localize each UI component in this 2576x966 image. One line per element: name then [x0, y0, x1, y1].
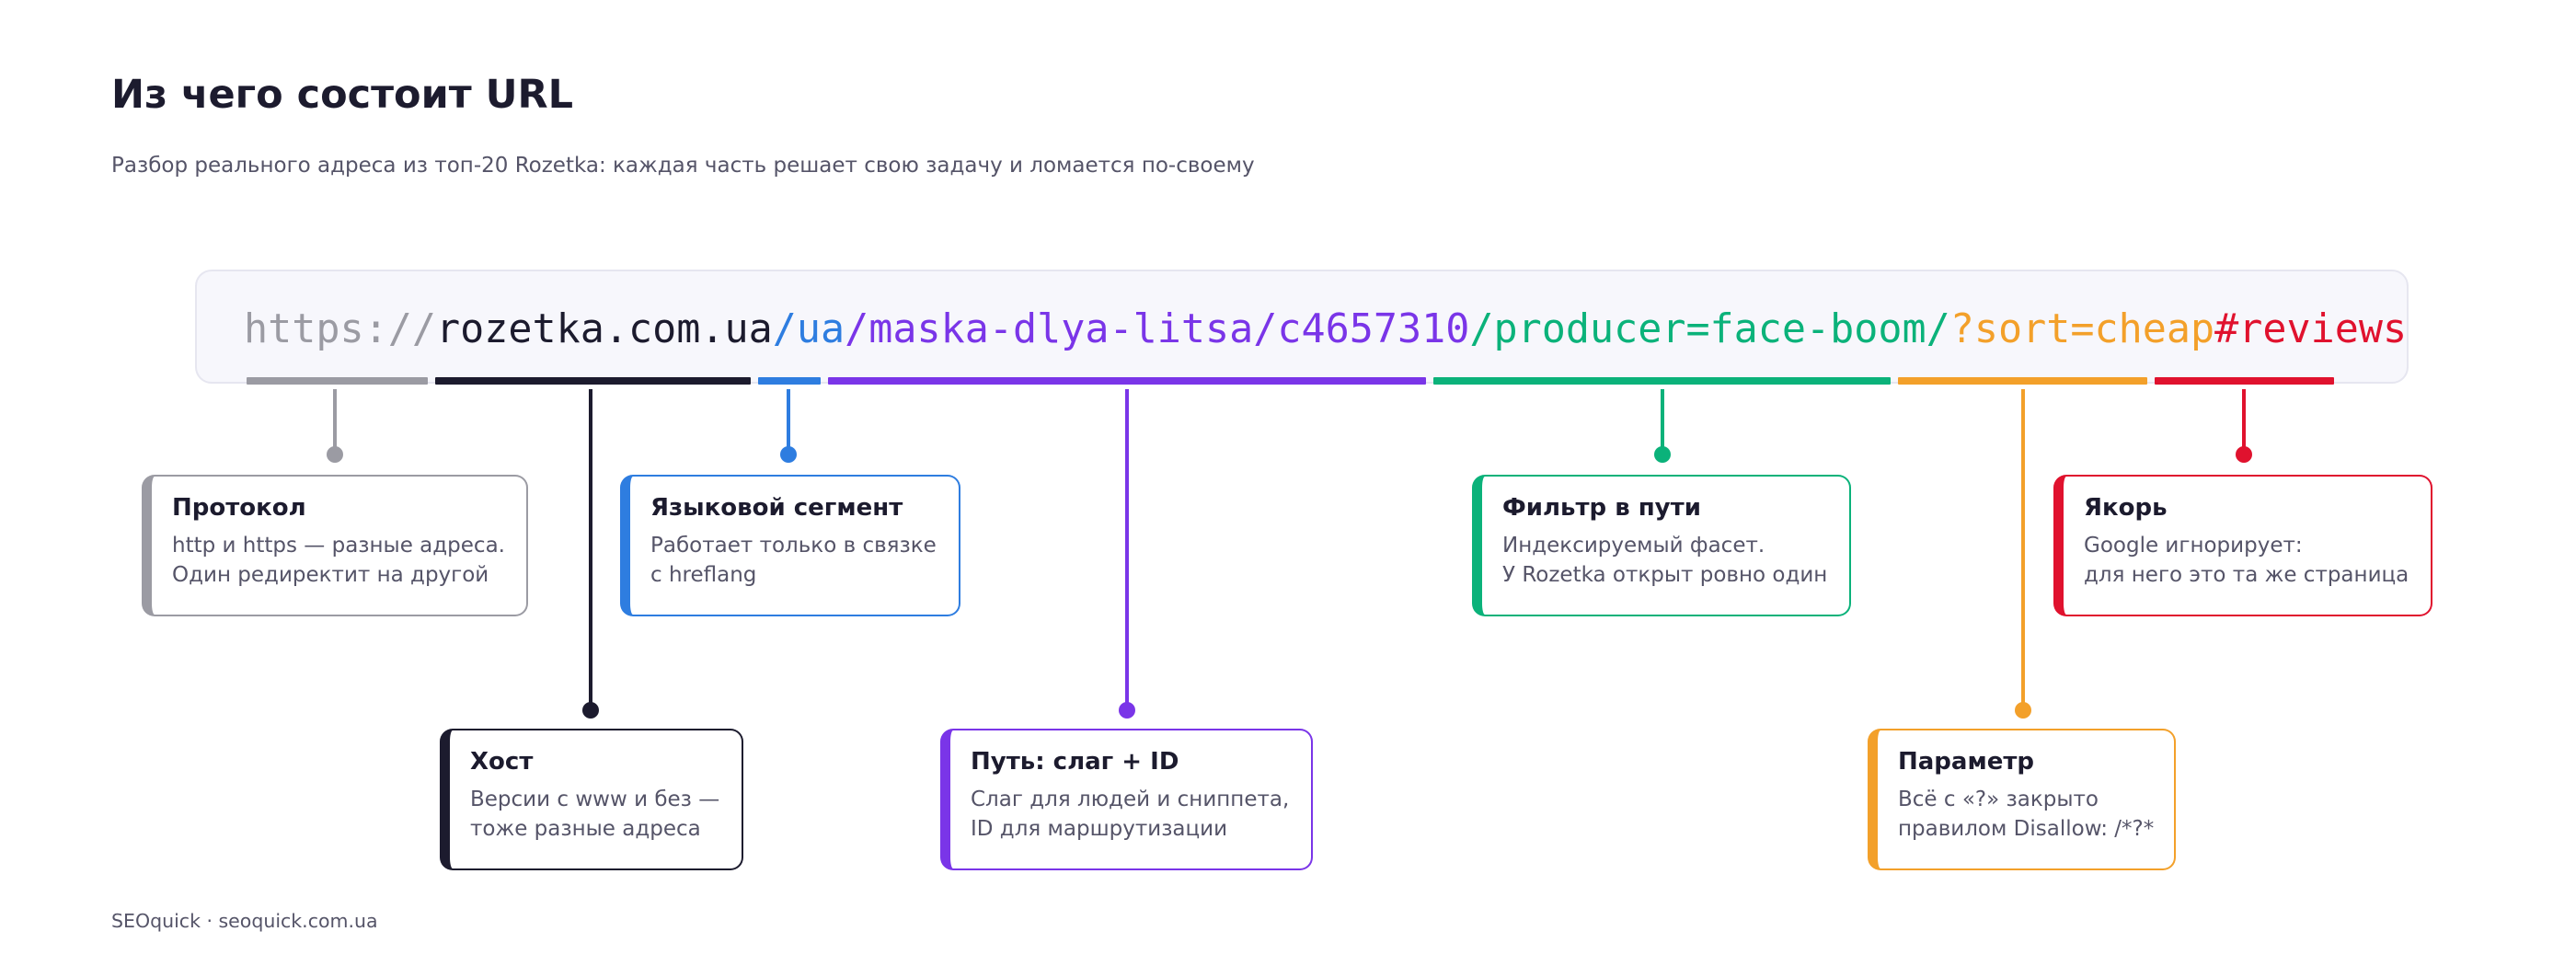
card-text-line: Всё с «?» закрыто [1898, 788, 2099, 811]
card-text-line: У Rozetka открыт ровно один [1502, 563, 1828, 587]
card-protocol: Протокол http и https — разные адреса. О… [142, 475, 528, 616]
url-segment-host: rozetka.com.ua [436, 306, 773, 352]
url-segment-protocol: https:// [244, 306, 436, 352]
connector-anchor [2242, 389, 2246, 453]
url-segment-param: ?sort=cheap [1949, 306, 2215, 352]
connector-path [1125, 389, 1129, 710]
card-host: Хост Версии с www и без — тоже разные ад… [440, 729, 743, 870]
card-text-line: тоже разные адреса [470, 817, 701, 841]
card-text-line: Версии с www и без — [470, 788, 720, 811]
url-segment-lang: /ua [772, 306, 845, 352]
underline-filter [1433, 377, 1891, 385]
card-title: Языковой сегмент [650, 494, 903, 522]
url-text: https://rozetka.com.ua/ua/maska-dlya-lit… [244, 302, 2407, 357]
connector-lang [787, 389, 790, 453]
underline-param [1898, 377, 2147, 385]
card-title: Хост [470, 748, 534, 776]
underline-protocol [247, 377, 428, 385]
card-text-line: Работает только в связке [650, 534, 937, 558]
card-text-line: ID для маршрутизации [971, 817, 1228, 841]
url-segment-filter: /producer=face-boom/ [1469, 306, 1950, 352]
card-lang: Языковой сегмент Работает только в связк… [620, 475, 960, 616]
underline-host [435, 377, 751, 385]
connector-dot-param [2015, 702, 2031, 719]
card-text-line: http и https — разные адреса. [172, 534, 505, 558]
connector-param [2021, 389, 2025, 710]
card-title: Фильтр в пути [1502, 494, 1701, 522]
card-path: Путь: слаг + ID Слаг для людей и сниппет… [940, 729, 1313, 870]
card-title: Параметр [1898, 748, 2035, 776]
url-segment-path: /maska-dlya-litsa/c4657310 [845, 306, 1470, 352]
connector-dot-host [582, 702, 599, 719]
underline-anchor [2155, 377, 2334, 385]
connector-filter [1661, 389, 1664, 453]
connector-dot-anchor [2236, 446, 2252, 463]
card-title: Якорь [2084, 494, 2168, 522]
connector-dot-path [1119, 702, 1135, 719]
card-title: Путь: слаг + ID [971, 748, 1179, 776]
url-segment-anchor: #reviews [2214, 306, 2408, 352]
card-text-line: правилом Disallow: /*?* [1898, 817, 2155, 841]
card-text-line: Google игнорирует: [2084, 534, 2303, 558]
connector-dot-lang [780, 446, 797, 463]
card-text-line: Слаг для людей и сниппета, [971, 788, 1290, 811]
connector-dot-protocol [327, 446, 343, 463]
card-text-line: Индексируемый фасет. [1502, 534, 1765, 558]
page-subtitle: Разбор реального адреса из топ-20 Rozetk… [111, 154, 1255, 178]
card-title: Протокол [172, 494, 306, 522]
connector-host [589, 389, 592, 710]
page-title: Из чего состоит URL [111, 72, 574, 118]
card-text-line: Один редиректит на другой [172, 563, 489, 587]
connector-dot-filter [1654, 446, 1671, 463]
footer-credit: SEOquick · seoquick.com.ua [111, 910, 378, 932]
card-text-line: для него это та же страница [2084, 563, 2409, 587]
card-anchor: Якорь Google игнорирует: для него это та… [2053, 475, 2432, 616]
card-param: Параметр Всё с «?» закрыто правилом Disa… [1868, 729, 2176, 870]
card-filter: Фильтр в пути Индексируемый фасет. У Roz… [1472, 475, 1851, 616]
underline-path [828, 377, 1426, 385]
underline-lang [758, 377, 821, 385]
card-text-line: с hreflang [650, 563, 757, 587]
connector-protocol [333, 389, 337, 453]
